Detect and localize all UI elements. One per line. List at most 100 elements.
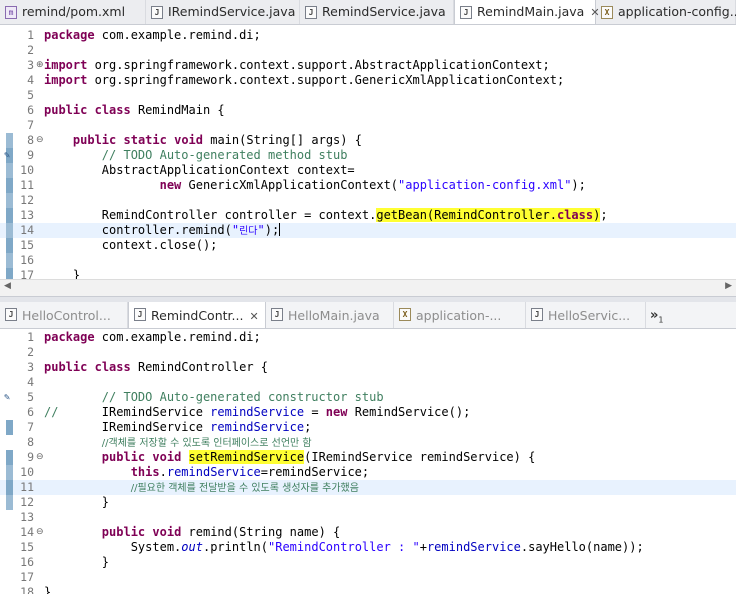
code-token: 린다 bbox=[239, 226, 258, 237]
tab-remind-pom-xml[interactable]: remind/pom.xml bbox=[0, 0, 146, 24]
code-line[interactable]: 11 new GenericXmlApplicationContext("app… bbox=[0, 178, 736, 193]
code-text: //객체를 저장할 수 있도록 인터페이스로 선언만 함 bbox=[44, 435, 312, 451]
code-line[interactable]: 12 } bbox=[0, 495, 736, 510]
code-line[interactable]: 17 } bbox=[0, 268, 736, 279]
close-icon[interactable]: ✕ bbox=[249, 303, 258, 328]
tab-hellocontrol[interactable]: HelloControl... bbox=[0, 302, 128, 328]
fold-toggle-icon[interactable]: ⊖ bbox=[36, 133, 44, 148]
code-line[interactable]: 10 this.remindService=remindService; bbox=[0, 465, 736, 480]
java-file-icon bbox=[531, 308, 543, 321]
code-line[interactable]: 2 bbox=[0, 43, 736, 58]
code-line[interactable]: 16 } bbox=[0, 555, 736, 570]
code-line[interactable]: 6 public class RemindMain { bbox=[0, 103, 736, 118]
line-number: 14 bbox=[20, 525, 34, 539]
code-line[interactable]: 7 bbox=[0, 118, 736, 133]
line-number: 17 bbox=[20, 570, 34, 584]
code-line[interactable]: 17 bbox=[0, 570, 736, 585]
code-token: IRemindService bbox=[58, 405, 211, 419]
code-token: void bbox=[152, 450, 182, 464]
scroll-right-arrow-icon[interactable]: ▶ bbox=[725, 281, 732, 291]
code-line[interactable]: ✎ 5 // TODO Auto-generated constructor st… bbox=[0, 390, 736, 405]
code-token: out bbox=[181, 540, 203, 554]
code-line[interactable]: 12 bbox=[0, 193, 736, 208]
code-line[interactable]: 10 AbstractApplicationContext context= bbox=[0, 163, 736, 178]
code-token: .sayHello(name)); bbox=[520, 540, 644, 554]
code-line[interactable]: 8 //객체를 저장할 수 있도록 인터페이스로 선언만 함 bbox=[0, 435, 736, 450]
code-token: ); bbox=[571, 178, 586, 192]
fold-toggle-icon[interactable]: ⊕ bbox=[36, 58, 44, 73]
code-token: import bbox=[44, 73, 88, 87]
fold-toggle-icon[interactable]: ⊖ bbox=[36, 525, 44, 540]
code-line[interactable]: ✎ 9 // TODO Auto-generated method stub bbox=[0, 148, 736, 163]
code-line[interactable]: 9 ⊖ public void setRemindService(IRemindS… bbox=[0, 450, 736, 465]
code-token: ; bbox=[304, 420, 312, 434]
code-line[interactable]: 18} bbox=[0, 585, 736, 594]
tab-remindservice-java[interactable]: RemindService.java bbox=[300, 0, 454, 24]
code-line[interactable]: 1 package com.example.remind.di; bbox=[0, 28, 736, 43]
code-line[interactable]: 6 // IRemindService remindService = new R… bbox=[0, 405, 736, 420]
scroll-left-arrow-icon[interactable]: ◀ bbox=[4, 281, 11, 291]
code-line[interactable]: 13 bbox=[0, 510, 736, 525]
code-token: "application-config.xml" bbox=[398, 178, 572, 192]
line-number: 4 bbox=[27, 73, 34, 87]
line-number: 1 bbox=[27, 28, 34, 42]
code-token: controller.remind( bbox=[44, 223, 232, 237]
code-token: System. bbox=[44, 540, 182, 554]
code-line[interactable]: 16 bbox=[0, 253, 736, 268]
line-number: 4 bbox=[27, 375, 34, 389]
tab-hellomain-java[interactable]: HelloMain.java bbox=[266, 302, 394, 328]
code-line[interactable]: 11 //필요한 객체를 전달받을 수 있도록 생성자를 추가했음 bbox=[0, 480, 736, 495]
code-line[interactable]: 15 System.out.println("RemindController … bbox=[0, 540, 736, 555]
code-token: " bbox=[231, 223, 240, 237]
line-number: 11 bbox=[20, 480, 34, 494]
tab-label: HelloServic... bbox=[548, 308, 631, 323]
code-line[interactable]: 1 package com.example.remind.di; bbox=[0, 330, 736, 345]
line-number: 15 bbox=[20, 540, 34, 554]
code-token: package bbox=[44, 28, 95, 42]
code-text: RemindController controller = context.ge… bbox=[44, 208, 608, 223]
code-text: public void remind(String name) { bbox=[44, 525, 340, 540]
code-line[interactable]: 15 context.close(); bbox=[0, 238, 736, 253]
code-line[interactable]: 5 bbox=[0, 88, 736, 103]
tab-iremindservice-java[interactable]: IRemindService.java bbox=[146, 0, 300, 24]
code-line[interactable]: 3 ⊕ import org.springframework.context.sup… bbox=[0, 58, 736, 73]
tab-remindmain-java[interactable]: RemindMain.java✕ bbox=[454, 0, 600, 24]
tab-application[interactable]: application-... bbox=[394, 302, 526, 328]
code-token: void bbox=[174, 133, 203, 147]
tab-application-config[interactable]: application-config.... bbox=[596, 0, 736, 24]
horizontal-scrollbar[interactable]: ◀ ▶ bbox=[0, 279, 736, 296]
code-line[interactable]: 3 public class RemindController { bbox=[0, 360, 736, 375]
xml-file-icon bbox=[601, 6, 613, 19]
code-line[interactable]: 14 controller.remind("린다"); bbox=[0, 223, 736, 238]
code-token: "RemindController : " bbox=[268, 540, 420, 554]
line-number: 6 bbox=[27, 405, 34, 419]
code-line[interactable]: 4 bbox=[0, 375, 736, 390]
more-tabs-chevron-icon[interactable]: »1 bbox=[650, 304, 664, 328]
code-token: RemindMain { bbox=[130, 103, 225, 117]
tab-helloservic[interactable]: HelloServic... bbox=[526, 302, 646, 328]
fold-toggle-icon[interactable]: ⊖ bbox=[36, 450, 44, 465]
code-editor-remindcontroller[interactable]: 1 package com.example.remind.di; 2 3 public … bbox=[0, 329, 736, 594]
tab-label: IRemindService.java bbox=[168, 4, 296, 19]
code-token: ); bbox=[264, 223, 280, 237]
code-token: " bbox=[257, 223, 265, 237]
line-number: 17 bbox=[20, 268, 34, 279]
line-number: 16 bbox=[20, 555, 34, 569]
code-line[interactable]: 7 IRemindService remindService; bbox=[0, 420, 736, 435]
code-line[interactable]: 13 RemindController controller = context… bbox=[0, 208, 736, 223]
code-token: new bbox=[159, 178, 182, 192]
code-token: public bbox=[72, 133, 117, 147]
overflow-count: 1 bbox=[658, 315, 664, 325]
code-line[interactable]: 14 ⊖ public void remind(String name) { bbox=[0, 525, 736, 540]
code-line[interactable]: 2 bbox=[0, 345, 736, 360]
code-line[interactable]: 8 ⊖ public static void main(String[] args… bbox=[0, 133, 736, 148]
line-number: 7 bbox=[27, 420, 34, 434]
code-line[interactable]: 4 import org.springframework.context.supp… bbox=[0, 73, 736, 88]
tab-remindcontr[interactable]: RemindContr... ✕ bbox=[128, 302, 266, 328]
code-text: public class RemindController { bbox=[44, 360, 268, 375]
code-text: //필요한 객체를 전달받을 수 있도록 생성자를 추가했음 bbox=[44, 480, 359, 496]
code-editor-remindmain[interactable]: 1 package com.example.remind.di; 2 3 ⊕ import… bbox=[0, 25, 736, 279]
code-text: public void setRemindService(IRemindServ… bbox=[44, 450, 535, 465]
